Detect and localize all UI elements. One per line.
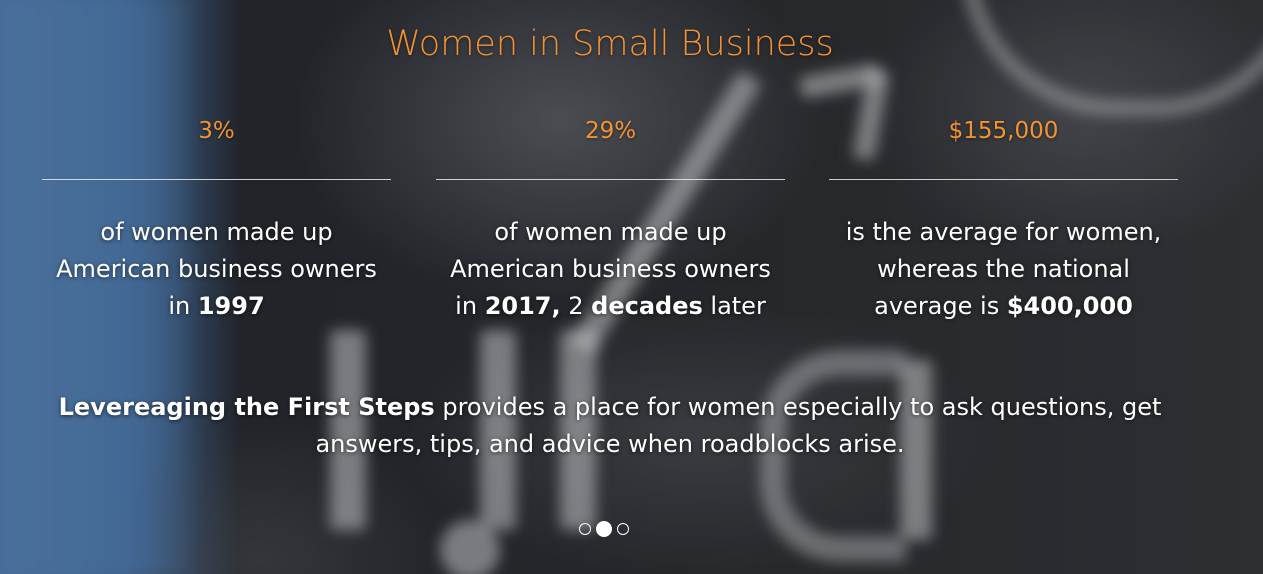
stat-desc-line: of women made up — [494, 218, 727, 246]
stat-desc-emphasis: $400,000 — [1006, 292, 1133, 320]
stat-desc-text: average is — [874, 292, 1007, 320]
mission-statement: Levereaging the First Steps provides a p… — [30, 389, 1190, 463]
stat-value: $155,000 — [948, 118, 1059, 144]
stat-desc-text: later — [702, 292, 766, 320]
stat-desc-text: in — [455, 292, 485, 320]
stat-desc-emphasis: 1997 — [197, 292, 265, 320]
stat-divider — [42, 179, 391, 180]
stat-desc-line: American business owners — [450, 255, 771, 283]
stat-desc-text: 2 — [560, 292, 592, 320]
stat-value: 3% — [198, 118, 235, 144]
mission-text: provides a place for women especially to… — [315, 393, 1162, 458]
mission-emphasis: Levereaging the First Steps — [58, 393, 435, 421]
stat-column-2017: 29% of women made up American business o… — [436, 110, 785, 325]
stat-description: is the average for women, whereas the na… — [829, 214, 1178, 325]
stat-desc-line: is the average for women, — [845, 218, 1162, 246]
carousel-dot-3[interactable] — [617, 523, 629, 535]
carousel-dot-2-active[interactable] — [596, 521, 612, 537]
carousel-dot-1[interactable] — [579, 523, 591, 535]
stat-value: 29% — [584, 118, 637, 144]
stat-column-1997: 3% of women made up American business ow… — [42, 110, 391, 325]
carousel-pagination — [579, 521, 629, 537]
hero-slide: Women in Small Business 3% of women made… — [0, 0, 1263, 574]
stat-desc-line: whereas the national — [877, 255, 1130, 283]
stat-divider — [829, 179, 1178, 180]
section-title: Women in Small Business — [386, 24, 834, 64]
stat-desc-text: in — [168, 292, 198, 320]
stat-desc-emphasis: decades — [591, 292, 703, 320]
stat-desc-line: of women made up — [100, 218, 333, 246]
stat-description: of women made up American business owner… — [42, 214, 391, 325]
stat-column-average: $155,000 is the average for women, where… — [829, 110, 1178, 325]
stat-divider — [436, 179, 785, 180]
stat-description: of women made up American business owner… — [436, 214, 785, 325]
stat-desc-emphasis: 2017, — [484, 292, 561, 320]
stat-desc-line: American business owners — [56, 255, 377, 283]
